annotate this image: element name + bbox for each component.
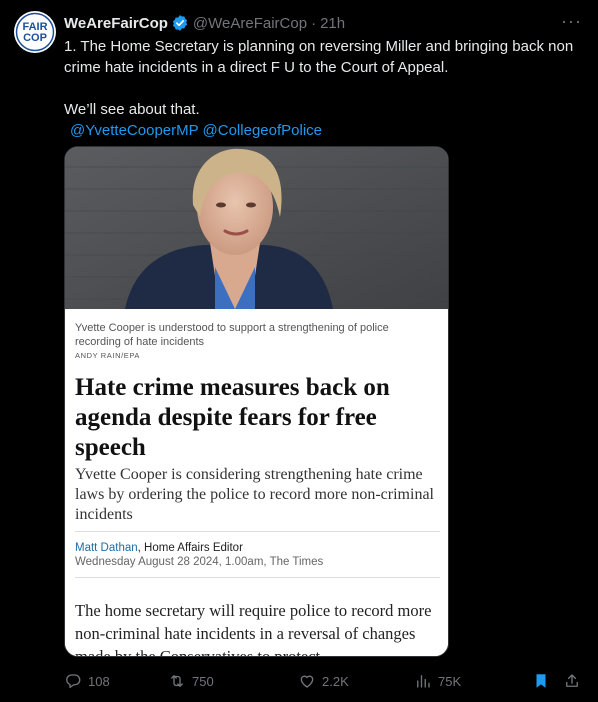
article-photo — [65, 147, 448, 309]
tweet-header: WeAreFairCop @WeAreFairCop · 21h ··· — [64, 12, 582, 34]
repost-button[interactable]: 750 — [168, 670, 214, 692]
mentions: @YvetteCooperMP @CollegeofPolice — [64, 120, 584, 141]
svg-text:COP: COP — [23, 32, 47, 44]
reply-count: 108 — [88, 673, 110, 689]
article-standfirst: Yvette Cooper is considering strengtheni… — [75, 466, 434, 523]
separator: · — [311, 14, 317, 32]
heart-icon — [300, 675, 314, 688]
repost-count: 750 — [192, 673, 214, 689]
tweet-text: 1. The Home Secretary is planning on rev… — [64, 36, 584, 141]
retweet-icon — [171, 675, 183, 687]
views-icon — [417, 675, 430, 688]
action-bar: 108 750 2.2K 75K — [64, 670, 582, 692]
like-button[interactable]: 2.2K — [298, 670, 349, 692]
article-byline: Matt Dathan, Home Affairs Editor — [75, 541, 243, 555]
divider — [75, 577, 440, 578]
views-button[interactable]: 75K — [414, 670, 461, 692]
article-dateline: Wednesday August 28 2024, 1.00am, The Ti… — [75, 556, 324, 568]
article-author: Matt Dathan — [75, 542, 138, 554]
article-author-role: , Home Affairs Editor — [137, 542, 243, 554]
handle[interactable]: @WeAreFairCop — [193, 15, 307, 32]
tweet-line-1: 1. The Home Secretary is planning on rev… — [64, 38, 574, 76]
fair-cop-logo: FAIR COP — [15, 12, 55, 52]
share-button[interactable] — [563, 670, 581, 692]
display-name[interactable]: WeAreFairCop — [64, 15, 168, 32]
article-body: The home secretary will require police t… — [75, 601, 432, 657]
tweet-line-2: We’ll see about that. — [64, 101, 200, 118]
avatar[interactable]: FAIR COP — [14, 11, 56, 53]
mention-yvettecoopermp[interactable]: @YvetteCooperMP — [70, 122, 198, 139]
bookmark-button[interactable] — [532, 670, 550, 692]
reply-icon — [66, 674, 81, 689]
like-count: 2.2K — [322, 673, 349, 689]
tweet-media[interactable]: Yvette Cooper is understood to support a… — [64, 146, 449, 657]
bookmark-icon — [536, 674, 546, 688]
mention-collegeofpolice[interactable]: @CollegeofPolice — [203, 122, 322, 139]
photo-credit: ANDY RAIN/EPA — [75, 351, 141, 360]
verified-badge-icon[interactable] — [171, 14, 189, 32]
reply-button[interactable]: 108 — [64, 670, 110, 692]
article-preview: Yvette Cooper is understood to support a… — [65, 309, 448, 657]
more-options-icon[interactable]: ··· — [561, 12, 582, 30]
article-headline: Hate crime measures back on agenda despi… — [75, 374, 390, 461]
view-count: 75K — [438, 673, 462, 689]
divider — [75, 531, 440, 532]
photo-caption: Yvette Cooper is understood to support a… — [75, 322, 389, 348]
share-icon — [566, 674, 578, 687]
timestamp[interactable]: 21h — [320, 15, 345, 32]
